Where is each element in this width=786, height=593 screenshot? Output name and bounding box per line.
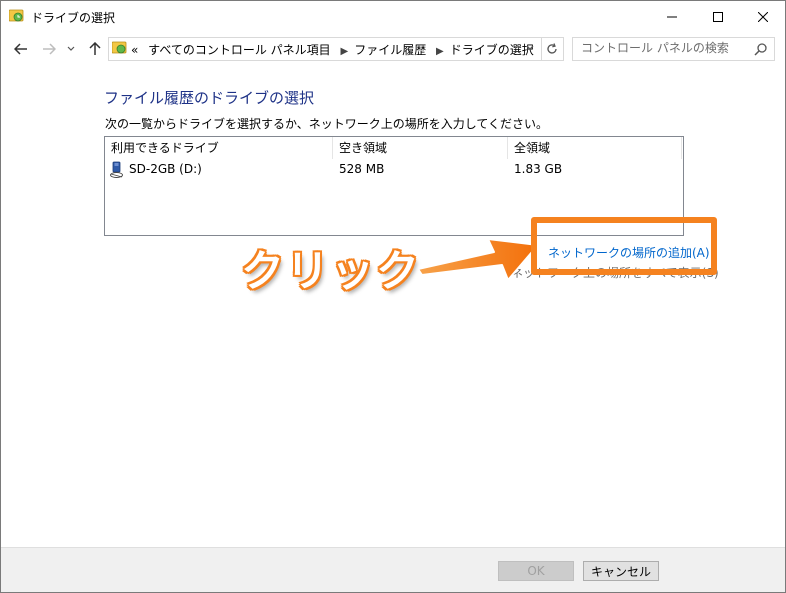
maximize-button[interactable] <box>695 1 741 32</box>
forward-button[interactable] <box>40 40 58 58</box>
column-header-free-space[interactable]: 空き領域 <box>339 137 387 159</box>
refresh-button[interactable] <box>541 37 564 61</box>
minimize-icon <box>667 16 677 17</box>
drive-total-space: 1.83 GB <box>514 162 563 176</box>
breadcrumb-item-file-history[interactable]: ファイル履歴 <box>354 43 426 57</box>
column-divider[interactable] <box>332 137 333 159</box>
forward-arrow-icon <box>43 43 56 55</box>
search-icon[interactable] <box>754 42 768 56</box>
drive-name: SD-2GB (D:) <box>129 162 202 176</box>
back-button[interactable] <box>12 40 30 58</box>
breadcrumb: « すべてのコントロール パネル項目 ▶ ファイル履歴 ▶ ドライブの選択 <box>131 41 534 58</box>
annotation-highlight-box <box>531 217 717 275</box>
column-divider[interactable] <box>507 137 508 159</box>
usb-drive-icon <box>110 161 123 178</box>
title-bar: ドライブの選択 <box>1 1 785 32</box>
drive-free-space: 528 MB <box>339 162 385 176</box>
breadcrumb-separator-icon[interactable]: ▶ <box>341 46 349 57</box>
chevron-down-icon <box>526 45 534 50</box>
up-arrow-icon <box>89 42 101 55</box>
maximize-icon <box>713 11 723 22</box>
window-title: ドライブの選択 <box>31 11 116 25</box>
annotation-arrow-icon <box>417 238 539 281</box>
address-bar[interactable]: « すべてのコントロール パネル項目 ▶ ファイル履歴 ▶ ドライブの選択 <box>108 37 542 61</box>
close-icon <box>758 11 768 22</box>
file-history-icon <box>9 9 24 22</box>
refresh-icon <box>547 43 557 54</box>
chevron-down-icon <box>67 46 75 51</box>
instruction-text: 次の一覧からドライブを選択するか、ネットワーク上の場所を入力してください。 <box>105 117 549 131</box>
up-button[interactable] <box>86 40 104 58</box>
column-divider[interactable] <box>681 137 682 159</box>
ok-button[interactable]: OK <box>498 561 574 581</box>
search-box[interactable] <box>572 37 775 61</box>
address-dropdown-button[interactable] <box>521 37 539 59</box>
annotation-label: クリック <box>241 247 421 297</box>
page-title: ファイル履歴のドライブの選択 <box>104 89 315 107</box>
back-arrow-icon <box>14 43 27 55</box>
minimize-button[interactable] <box>649 1 695 32</box>
recent-locations-button[interactable] <box>65 40 77 58</box>
breadcrumb-item-control-panel[interactable]: すべてのコントロール パネル項目 <box>148 43 331 57</box>
close-button[interactable] <box>740 1 785 32</box>
control-panel-icon <box>112 41 127 54</box>
search-input[interactable] <box>573 38 753 58</box>
column-header-total-space[interactable]: 全領域 <box>514 137 550 159</box>
breadcrumb-overflow[interactable]: « <box>131 43 138 57</box>
cancel-button[interactable]: キャンセル <box>583 561 659 581</box>
dialog-footer: OK キャンセル <box>1 547 785 592</box>
column-header-drive[interactable]: 利用できるドライブ <box>111 137 219 159</box>
table-row[interactable]: SD-2GB (D:) 528 MB 1.83 GB <box>105 160 683 180</box>
breadcrumb-separator-icon[interactable]: ▶ <box>436 46 444 57</box>
dialog-window: ドライブの選択 « すべてのコントロール パネル項目 ▶ ファイル履歴 ▶ ドラ… <box>0 0 786 593</box>
